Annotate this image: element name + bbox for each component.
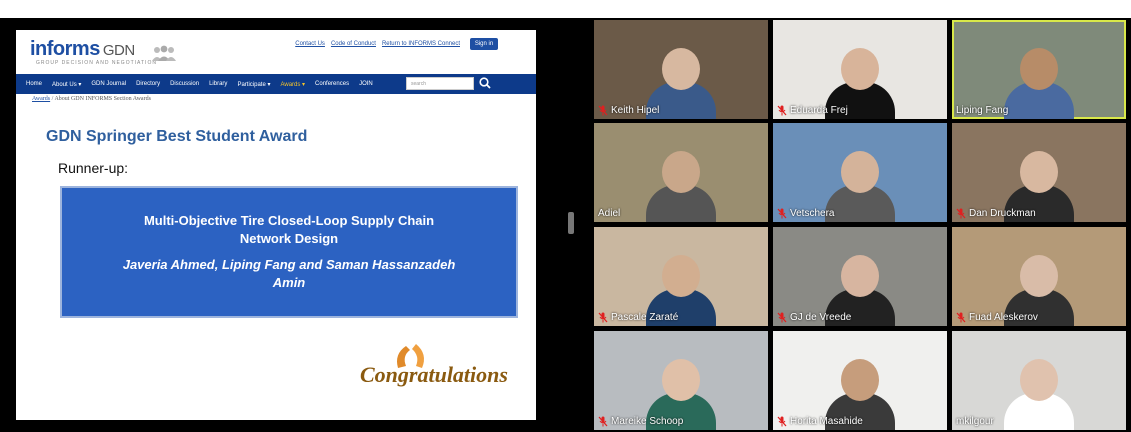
participant-face <box>662 359 700 401</box>
muted-mic-icon <box>777 416 787 427</box>
nav-conferences[interactable]: Conferences <box>315 81 349 87</box>
participant-name-tag: Dan Druckman <box>956 208 1036 219</box>
top-links: Contact Us Code of Conduct Return to INF… <box>295 41 460 47</box>
authors-line-2: Amin <box>272 275 306 290</box>
participant-name-tag: Adiel <box>598 208 620 219</box>
logo-text: informs <box>30 38 100 60</box>
participant-name: Vetschera <box>790 208 835 219</box>
informs-logo[interactable]: informs GDN <box>30 38 135 61</box>
participant-name: Fuad Aleskerov <box>969 312 1038 323</box>
nav-home[interactable]: Home <box>26 81 42 87</box>
muted-mic-icon <box>598 105 608 116</box>
participant-name: Eduarda Frej <box>790 105 848 116</box>
participant-name-tag: Pascale Zaraté <box>598 312 678 323</box>
participant-face <box>1020 255 1058 297</box>
participant-face <box>841 48 879 90</box>
muted-mic-icon <box>598 416 608 427</box>
zoom-meeting-window: informs GDN GROUP DECISION AND NEGOTIATIO… <box>0 0 1131 432</box>
participant-tile[interactable]: Eduarda Frej <box>773 20 947 119</box>
site-header: informs GDN GROUP DECISION AND NEGOTIATIO… <box>16 30 536 74</box>
participant-face <box>662 48 700 90</box>
breadcrumb-current: About GDN INFORMS Section Awards <box>54 96 151 102</box>
participant-tile[interactable]: Vetschera <box>773 123 947 222</box>
participant-name: Dan Druckman <box>969 208 1036 219</box>
participant-tile[interactable]: Mareike Schoop <box>594 331 768 430</box>
split-view-handle[interactable] <box>568 212 574 234</box>
sign-in-button[interactable]: Sign in <box>470 38 498 50</box>
participant-face <box>841 359 879 401</box>
participant-name: Adiel <box>598 208 621 219</box>
nav-about-us[interactable]: About Us ▾ <box>52 81 81 88</box>
shared-screen: informs GDN GROUP DECISION AND NEGOTIATIO… <box>16 30 536 420</box>
participant-face <box>841 255 879 297</box>
nav-directory[interactable]: Directory <box>136 81 160 87</box>
participant-name-tag: Vetschera <box>777 208 834 219</box>
participant-name: mkilgour <box>956 416 994 427</box>
participant-name-tag: Fuad Aleskerov <box>956 312 1038 323</box>
participant-face <box>1020 48 1058 90</box>
site-search-input[interactable]: search <box>406 77 474 90</box>
participant-name: Mareike Schoop <box>611 416 684 427</box>
paper-title-line-2: Network Design <box>239 231 339 246</box>
participant-tile[interactable]: Liping Fang <box>952 20 1126 119</box>
participant-name-tag: GJ de Vreede <box>777 312 851 323</box>
participant-tile[interactable]: Pascale Zaraté <box>594 227 768 326</box>
participant-face <box>841 151 879 193</box>
logo-subtitle: GROUP DECISION AND NEGOTIATION <box>36 60 157 66</box>
nav-awards[interactable]: Awards ▾ <box>280 81 305 88</box>
code-of-conduct-link[interactable]: Code of Conduct <box>331 41 376 47</box>
participant-face <box>1020 151 1058 193</box>
participant-name: Liping Fang <box>956 105 1009 116</box>
nav-library[interactable]: Library <box>209 81 227 87</box>
nav-discussion[interactable]: Discussion <box>170 81 199 87</box>
muted-mic-icon <box>777 208 787 219</box>
breadcrumb-awards-link[interactable]: Awards <box>32 96 50 102</box>
participant-name-tag: Mareike Schoop <box>598 416 683 427</box>
muted-mic-icon <box>956 208 966 219</box>
breadcrumb: Awards / About GDN INFORMS Section Award… <box>32 96 151 102</box>
participant-tile[interactable]: mkilgour <box>952 331 1126 430</box>
participant-name-tag: Horita Masahide <box>777 416 863 427</box>
participant-face <box>1020 359 1058 401</box>
runner-up-label: Runner-up: <box>58 160 129 176</box>
participant-tile[interactable]: GJ de Vreede <box>773 227 947 326</box>
participant-face <box>662 255 700 297</box>
contact-us-link[interactable]: Contact Us <box>295 41 325 47</box>
muted-mic-icon <box>598 312 608 323</box>
award-title: GDN Springer Best Student Award <box>46 128 308 145</box>
participant-name-tag: Eduarda Frej <box>777 105 848 116</box>
participant-name-tag: Keith Hipel <box>598 105 659 116</box>
participant-tile[interactable]: Horita Masahide <box>773 331 947 430</box>
top-bar <box>0 0 1131 18</box>
paper-title: Multi-Objective Tire Closed-Loop Supply … <box>62 212 516 248</box>
return-informs-link[interactable]: Return to INFORMS Connect <box>382 41 460 47</box>
participant-tile[interactable]: Keith Hipel <box>594 20 768 119</box>
participant-tile[interactable]: Dan Druckman <box>952 123 1126 222</box>
award-paper-box: Multi-Objective Tire Closed-Loop Supply … <box>60 186 518 318</box>
authors-line-1: Javeria Ahmed, Liping Fang and Saman Has… <box>122 257 456 272</box>
participant-face <box>662 151 700 193</box>
participant-tile[interactable]: Fuad Aleskerov <box>952 227 1126 326</box>
paper-authors: Javeria Ahmed, Liping Fang and Saman Has… <box>62 256 516 292</box>
participant-name: GJ de Vreede <box>790 312 852 323</box>
nav-join[interactable]: JOIN <box>359 81 373 87</box>
participant-tile[interactable]: Adiel <box>594 123 768 222</box>
participant-name-tag: mkilgour <box>956 416 994 427</box>
muted-mic-icon <box>777 105 787 116</box>
muted-mic-icon <box>956 312 966 323</box>
people-icon <box>152 45 176 61</box>
participant-name: Pascale Zaraté <box>611 312 679 323</box>
paper-title-line-1: Multi-Objective Tire Closed-Loop Supply … <box>143 213 435 228</box>
search-icon[interactable] <box>478 76 492 90</box>
participant-name-tag: Liping Fang <box>956 105 1008 116</box>
congratulations-text: Congratulations <box>360 362 508 387</box>
logo-gdn: GDN <box>102 42 135 59</box>
muted-mic-icon <box>777 312 787 323</box>
participant-name: Horita Masahide <box>790 416 863 427</box>
participant-name: Keith Hipel <box>611 105 660 116</box>
nav-participate[interactable]: Participate ▾ <box>237 81 270 88</box>
nav-gdn-journal[interactable]: GDN Journal <box>91 81 126 87</box>
